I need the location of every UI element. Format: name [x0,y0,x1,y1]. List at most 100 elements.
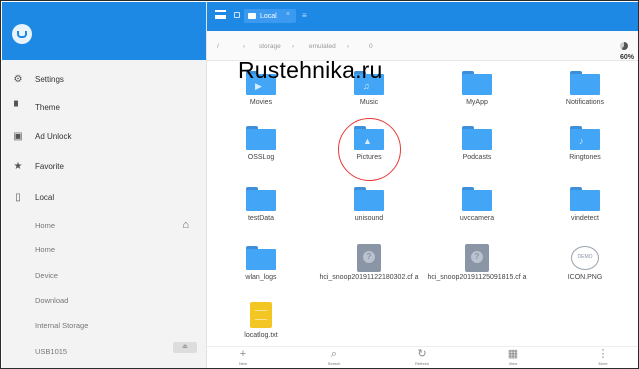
file-name: Ringtones [569,154,601,161]
breadcrumb-root[interactable]: / [217,43,219,50]
sidebar-subitem-internal-storage[interactable]: Internal Storage [2,312,207,338]
storage-usage-badge[interactable]: 60% [620,42,634,61]
file-name: Podcasts [462,154,492,161]
breadcrumb-item[interactable]: emulated [309,43,336,50]
folder-item[interactable]: Podcasts [423,116,531,174]
sidebar-item-favorite[interactable]: ★ Favorite [2,153,207,179]
folder-ringtones-icon: ♪ [570,126,600,150]
sidebar: ⚙ Settings ▘ Theme ▣ Ad Unlock ★ Favorit… [2,2,207,368]
tab-list-icon[interactable]: ≡ [302,11,307,20]
breadcrumb-item[interactable]: storage [259,43,281,50]
toolbar-label: New [238,361,247,366]
phone-icon: ▯ [15,191,21,203]
folder-icon [462,71,492,95]
home-tab-icon[interactable] [234,12,240,18]
sidebar-subitem-label: USB1015 [35,346,68,356]
toolbar-label: More [598,361,608,366]
sidebar-item-local[interactable]: ▯ Local [2,184,207,210]
sidebar-subitem-label: Download [35,295,69,305]
folder-item[interactable]: uvccamera [423,177,531,235]
more-vertical-icon: ⋮ [597,348,609,360]
file-item[interactable]: DEMO ICON.PNG [531,236,638,294]
sidebar-header [2,2,206,60]
sidebar-item-label: Ad Unlock [35,131,72,141]
tab-label: Local [260,12,277,20]
lock-icon: ▣ [13,130,23,142]
sidebar-subitem-label: Home [35,220,56,230]
chevron-right-icon: › [347,43,350,50]
folder-icon [462,187,492,211]
file-name: Pictures [356,154,382,161]
top-bar: Local × ≡ [207,2,638,31]
folder-pictures-icon: ▲ [354,126,384,150]
tab-local[interactable]: Local × [244,9,296,23]
sidebar-item-theme[interactable]: ▘ Theme [2,94,207,120]
search-icon: ⌕ [330,348,338,360]
file-name: uvccamera [459,215,495,222]
file-name: testData [247,215,275,222]
folder-icon [246,187,276,211]
folder-icon [570,71,600,95]
app-window: ⚙ Settings ▘ Theme ▣ Ad Unlock ★ Favorit… [0,0,639,369]
toolbar-label: Refresh [414,361,429,366]
sidebar-subitem-home-2[interactable]: Home [2,236,207,262]
file-name: locatlog.txt [244,332,278,339]
folder-item[interactable]: ▲ Pictures [315,116,423,174]
unknown-file-icon: ? [357,244,381,272]
folder-icon [462,126,492,150]
file-item[interactable]: ? hci_snoop20191122180302.cf a [315,236,423,294]
sidebar-item-label: Theme [35,102,60,112]
search-button[interactable]: ⌕ Search [304,348,364,366]
menu-icon[interactable] [215,10,226,19]
sidebar-subitem-label: Home [35,244,56,254]
sidebar-subitem-usb[interactable]: USB1015 ⏏ [2,338,207,364]
folder-item[interactable]: unisound [315,177,423,235]
folder-item[interactable]: MyApp [423,61,531,119]
folder-item[interactable]: Notifications [531,61,638,119]
file-name: OSSLog [247,154,275,161]
sidebar-item-ad-unlock[interactable]: ▣ Ad Unlock [2,123,207,149]
file-name: vindetect [570,215,600,222]
shirt-icon: ▘ [14,101,22,113]
file-name: unisound [354,215,384,222]
unknown-file-icon: ? [465,244,489,272]
folder-item[interactable]: testData [207,177,315,235]
refresh-button[interactable]: ↻ Refresh [392,348,452,366]
sidebar-subitem-device[interactable]: Device [2,262,207,288]
more-button[interactable]: ⋮ More [573,348,633,366]
file-name: hci_snoop20191122180302.cf a [319,274,419,281]
file-name: MyApp [466,99,488,106]
folder-icon [570,187,600,211]
folder-item[interactable]: wlan_logs [207,236,315,294]
sidebar-subitem-download[interactable]: Download [2,287,207,313]
image-thumbnail-icon: DEMO [571,246,599,270]
toolbar-label: Search [327,361,341,366]
view-button[interactable]: ▦ View [483,348,543,366]
file-item[interactable]: ? hci_snoop20191125091815.cf a [423,236,531,294]
sidebar-subitem-home[interactable]: Home ⌂ [2,212,207,238]
star-icon: ★ [13,160,23,172]
close-tab-icon[interactable]: × [286,11,290,18]
new-button[interactable]: + New [213,348,273,366]
home-icon[interactable]: ⌂ [182,219,189,231]
file-name: ICON.PNG [567,274,603,281]
sidebar-item-settings[interactable]: ⚙ Settings [2,66,207,92]
folder-item[interactable]: OSSLog [207,116,315,174]
text-file-icon [250,302,272,328]
file-grid: ▶ Movies ♫ Music MyApp Notifications OSS… [207,61,638,346]
chevron-right-icon: › [292,43,295,50]
file-item[interactable]: locatlog.txt [207,294,315,352]
gear-icon: ⚙ [13,73,23,85]
breadcrumb-item[interactable]: 0 [369,43,373,50]
folder-icon [246,126,276,150]
eject-icon[interactable]: ⏏ [173,342,197,353]
storage-percent: 60% [620,54,635,61]
folder-item[interactable]: ♪ Ringtones [531,116,638,174]
sidebar-subitem-label: Internal Storage [35,320,89,330]
folder-chip-icon [248,13,256,19]
folder-item[interactable]: vindetect [531,177,638,235]
folder-icon [354,187,384,211]
file-name: wlan_logs [245,274,277,281]
bottom-toolbar: + New ⌕ Search ↻ Refresh ▦ View ⋮ More [207,346,638,368]
pie-icon [620,42,628,50]
